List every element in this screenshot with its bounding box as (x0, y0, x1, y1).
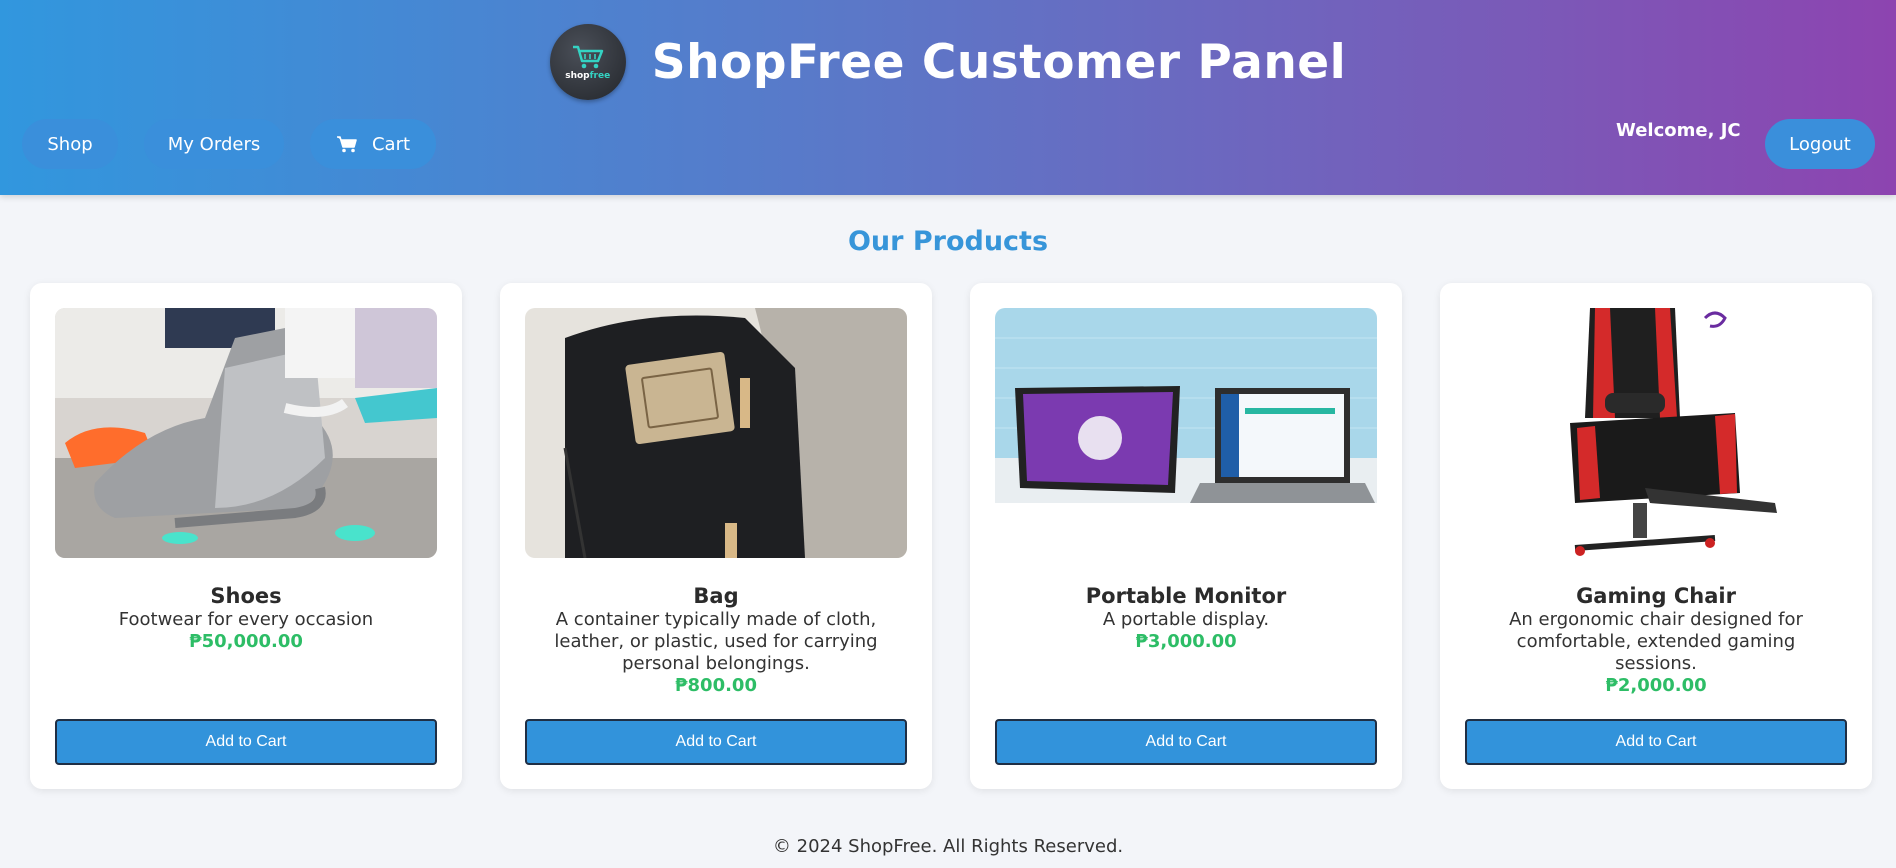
product-name: Shoes (210, 584, 282, 608)
product-price: ₱2,000.00 (1605, 675, 1707, 696)
cart-logo-icon (572, 45, 603, 68)
section-title: Our Products (847, 226, 1049, 257)
product-info: Portable Monitor A portable display. ₱3,… (995, 583, 1377, 653)
add-to-cart-button[interactable]: Add to Cart (55, 719, 437, 765)
brand: shopfree ShopFree Customer Panel (0, 24, 1896, 100)
product-info: Gaming Chair An ergonomic chair designed… (1465, 583, 1847, 697)
product-info: Shoes Footwear for every occasion ₱50,00… (55, 583, 437, 653)
product-card: Gaming Chair An ergonomic chair designed… (1440, 283, 1872, 789)
logo-text-shop: shop (565, 70, 590, 81)
product-description: An ergonomic chair designed for comforta… (1509, 609, 1803, 674)
product-price: ₱800.00 (675, 675, 757, 696)
product-price: ₱50,000.00 (189, 631, 303, 652)
product-image-portable-monitor (995, 308, 1377, 558)
main-nav: Shop My Orders Cart (22, 119, 436, 169)
product-description: A container typically made of cloth, lea… (554, 609, 878, 674)
nav-my-orders-button[interactable]: My Orders (144, 119, 284, 169)
product-card: Shoes Footwear for every occasion ₱50,00… (30, 283, 462, 789)
product-description: A portable display. (1102, 609, 1270, 630)
cart-icon (336, 135, 358, 153)
add-to-cart-button[interactable]: Add to Cart (1465, 719, 1847, 765)
product-price: ₱3,000.00 (1135, 631, 1237, 652)
product-image-bag (525, 308, 907, 558)
nav-cart-label: Cart (371, 133, 411, 155)
product-name: Gaming Chair (1576, 584, 1736, 608)
nav-cart-button[interactable]: Cart (310, 119, 436, 169)
nav-shop-button[interactable]: Shop (22, 119, 118, 169)
product-image-shoes (55, 308, 437, 558)
welcome-text: Welcome, JC (1616, 120, 1741, 141)
shopfree-logo: shopfree (549, 24, 626, 100)
product-card: Bag A container typically made of cloth,… (500, 283, 932, 789)
product-name: Bag (693, 584, 739, 608)
logo-text-free: free (589, 70, 611, 81)
header: shopfree ShopFree Customer Panel Shop My… (0, 0, 1896, 195)
logout-button[interactable]: Logout (1765, 119, 1875, 169)
product-card: Portable Monitor A portable display. ₱3,… (970, 283, 1402, 789)
logo-text: shopfree (565, 71, 610, 81)
add-to-cart-button[interactable]: Add to Cart (995, 719, 1377, 765)
page-title: ShopFree Customer Panel (651, 34, 1347, 90)
product-image-gaming-chair (1465, 308, 1847, 558)
nav-shop-label: Shop (47, 133, 93, 155)
nav-my-orders-label: My Orders (167, 133, 261, 155)
product-grid: Shoes Footwear for every occasion ₱50,00… (30, 283, 1872, 789)
add-to-cart-button[interactable]: Add to Cart (525, 719, 907, 765)
product-name: Portable Monitor (1085, 584, 1287, 608)
footer-copyright: © 2024 ShopFree. All Rights Reserved. (772, 836, 1124, 857)
product-description: Footwear for every occasion (118, 609, 374, 630)
product-info: Bag A container typically made of cloth,… (525, 583, 907, 697)
